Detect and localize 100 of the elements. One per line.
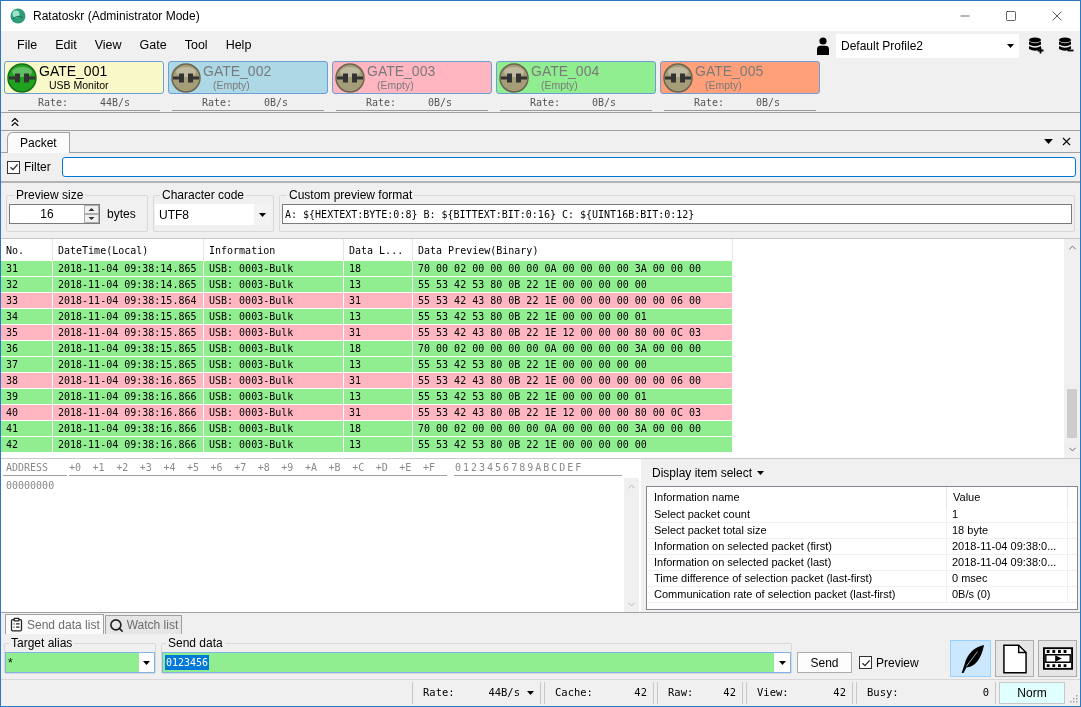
table-cell: 2018-11-04 09:38:16.866 — [53, 437, 204, 452]
clipboard-icon — [9, 617, 24, 632]
caret-icon — [143, 660, 150, 665]
scroll-thumb[interactable] — [1067, 389, 1077, 438]
group-label: Character code — [161, 187, 246, 204]
table-cell: 70 00 02 00 00 00 00 0A 00 00 00 00 3A 00 00 00 — [413, 261, 733, 276]
table-cell: USB: 0003-Bulk — [204, 373, 344, 388]
rate-label: Rate: — [530, 95, 562, 110]
table-cell: 55 53 42 53 80 0B 22 1E 00 00 00 00 00 — [413, 437, 733, 452]
hex-header: +4 — [163, 461, 177, 475]
table-cell: 37 — [1, 357, 53, 372]
table-row[interactable]: 31 2018-11-04 09:38:14.865 USB: 0003-Bulk 18 70 00 02 00 00 00 00 0A 00 00 00 00 3A 00 00 00 — [1, 261, 733, 277]
table-cell: Select packet total size — [647, 523, 947, 538]
spinner-arrows-icon[interactable] — [84, 205, 99, 223]
mode-button[interactable] — [950, 640, 991, 677]
table-row[interactable]: 36 2018-11-04 09:38:15.865 USB: 0003-Bulk 18 70 00 02 00 00 00 00 0A 00 00 00 00 3A 00 00 00 — [1, 341, 733, 357]
hex-header: +B — [328, 461, 342, 475]
caret-icon — [527, 691, 534, 695]
hex-header: +3 — [139, 461, 153, 475]
send-button[interactable]: Send — [797, 652, 852, 673]
hex-header: +7 — [234, 461, 248, 475]
send-data-dropdown[interactable]: 0123456 — [162, 652, 791, 673]
panel-tab[interactable]: Packet — [7, 132, 70, 153]
table-cell: 18 — [344, 421, 413, 436]
bottom-tab[interactable]: Send data list — [5, 614, 104, 634]
hex-header: ADDRESS — [3, 460, 67, 476]
table-cell: 38 — [1, 373, 53, 388]
preview-checkbox[interactable] — [859, 656, 872, 669]
table-cell: 31 — [344, 325, 413, 340]
target-alias-dropdown[interactable]: * — [5, 652, 155, 673]
unit-label: bytes — [107, 206, 136, 223]
table-row[interactable]: 34 2018-11-04 09:38:15.865 USB: 0003-Bulk 13 55 53 42 53 80 0B 22 1E 00 00 00 00 01 — [1, 309, 733, 325]
table-cell: 70 00 02 00 00 00 00 0A 00 00 00 00 3A 00 00 00 — [413, 421, 733, 436]
profile-dropdown[interactable]: Default Profile2 — [836, 33, 1019, 58]
menu-item[interactable]: View — [85, 34, 131, 57]
gate-description: (Empty) — [377, 78, 414, 92]
filter-checkbox[interactable] — [7, 160, 20, 174]
app-logo-icon — [10, 8, 26, 24]
table-row[interactable]: 37 2018-11-04 09:38:15.865 USB: 0003-Bulk 13 55 53 42 53 80 0B 22 1E 00 00 00 00 00 — [1, 357, 733, 373]
table-cell: 55 53 42 43 80 0B 22 1E 12 00 00 00 80 00 0C 03 — [413, 325, 733, 340]
gate-name: GATE_002 — [203, 63, 272, 79]
filter-field[interactable] — [61, 157, 1076, 177]
table-row[interactable]: 33 2018-11-04 09:38:15.864 USB: 0003-Bulk 31 55 53 42 43 80 0B 22 1E 00 00 00 00 00 00 06 00 — [1, 293, 733, 309]
table-cell: 0B/s (0) — [947, 587, 1068, 602]
rate-label: Rate: — [202, 95, 234, 110]
table-row[interactable]: 32 2018-11-04 09:38:14.865 USB: 0003-Bulk 13 55 53 42 53 80 0B 22 1E 00 00 00 00 00 — [1, 277, 733, 293]
status-label: Busy: — [867, 685, 900, 701]
number-field[interactable]: 16 — [9, 204, 100, 224]
scrollbar[interactable] — [1064, 239, 1080, 458]
database-plus-icon — [1028, 37, 1044, 54]
table-cell: 32 — [1, 277, 53, 292]
bottom-tab[interactable]: Watch list — [104, 615, 183, 634]
table-cell: 40 — [1, 405, 53, 420]
database-minus-icon — [1058, 37, 1074, 54]
menu-item[interactable]: Gate — [130, 34, 176, 57]
status-panel[interactable]: Rate: 44B/s — [412, 682, 541, 704]
table-row[interactable]: 35 2018-11-04 09:38:15.865 USB: 0003-Bulk 31 55 53 42 43 80 0B 22 1E 12 00 00 00 80 00 0C 03 — [1, 325, 733, 341]
table-cell: 13 — [344, 437, 413, 452]
resize-grip-icon[interactable] — [1068, 693, 1078, 703]
table-row[interactable]: 41 2018-11-04 09:38:16.866 USB: 0003-Bulk 18 70 00 02 00 00 00 00 0A 00 00 00 00 3A 00 00 00 — [1, 421, 733, 437]
table-cell: 55 53 42 53 80 0B 22 1E 00 00 00 00 01 — [413, 389, 733, 404]
table-cell: 18 — [344, 261, 413, 276]
table-cell: 13 — [344, 357, 413, 372]
table-cell: 18 — [344, 341, 413, 356]
gate-card[interactable]: GATE_001 USB Monitor — [4, 61, 164, 94]
table-cell: USB: 0003-Bulk — [204, 389, 344, 404]
status-value: 42 — [833, 685, 846, 701]
mode-button[interactable] — [1038, 640, 1077, 677]
menu-item[interactable]: File — [8, 34, 47, 57]
status-value: 42 — [723, 685, 736, 701]
menu-item[interactable]: Edit — [46, 34, 86, 57]
gate-name: GATE_005 — [695, 63, 764, 79]
rate-value: 44B/s — [100, 95, 131, 110]
column-header[interactable]: Information name — [647, 487, 947, 507]
close-icon[interactable] — [1060, 135, 1073, 148]
caret-icon — [259, 212, 266, 217]
column-header[interactable]: Value — [947, 487, 1068, 507]
window-title: Ratatoskr (Administrator Mode) — [33, 8, 200, 25]
table-cell: 34 — [1, 309, 53, 324]
table-cell: USB: 0003-Bulk — [204, 261, 344, 276]
table-cell: 13 — [344, 277, 413, 292]
display-item-menu[interactable]: Display item select — [646, 459, 765, 486]
table-cell: Select packet count — [647, 507, 947, 522]
table-cell: 13 — [344, 389, 413, 404]
menu-item[interactable]: Tool — [175, 34, 217, 57]
table-row[interactable]: 42 2018-11-04 09:38:16.866 USB: 0003-Bulk 13 55 53 42 53 80 0B 22 1E 00 00 00 00 00 — [1, 437, 733, 453]
hex-header: +2 — [116, 461, 130, 475]
custom-format-field[interactable]: A: ${HEXTEXT:BYTE:0:8} B: ${BITTEXT:BIT:0:16} C: ${UINT16B:BIT:0:12} — [282, 204, 1072, 224]
table-row[interactable]: 39 2018-11-04 09:38:16.866 USB: 0003-Bulk 13 55 53 42 53 80 0B 22 1E 00 00 00 00 01 — [1, 389, 733, 405]
table-cell: 2018-11-04 09:38:15.865 — [53, 341, 204, 356]
character-code-dropdown[interactable]: UTF8 — [155, 204, 271, 225]
menu-item[interactable]: Help — [216, 34, 261, 57]
table-cell: Information on selected packet (first) — [647, 539, 947, 554]
table-cell: 55 53 42 43 80 0B 22 1E 00 00 00 00 00 00 06 00 — [413, 293, 733, 308]
table-row[interactable]: 40 2018-11-04 09:38:16.866 USB: 0003-Bulk 31 55 53 42 43 80 0B 22 1E 12 00 00 00 80 00 0C 03 — [1, 405, 733, 421]
table-row[interactable]: 38 2018-11-04 09:38:16.865 USB: 0003-Bulk 31 55 53 42 43 80 0B 22 1E 00 00 00 00 00 00 06 00 — [1, 373, 733, 389]
table-cell: 1 — [947, 507, 1068, 522]
hex-header: +D — [375, 461, 389, 475]
mode-button[interactable] — [995, 640, 1034, 677]
hex-header: +F — [422, 461, 436, 475]
